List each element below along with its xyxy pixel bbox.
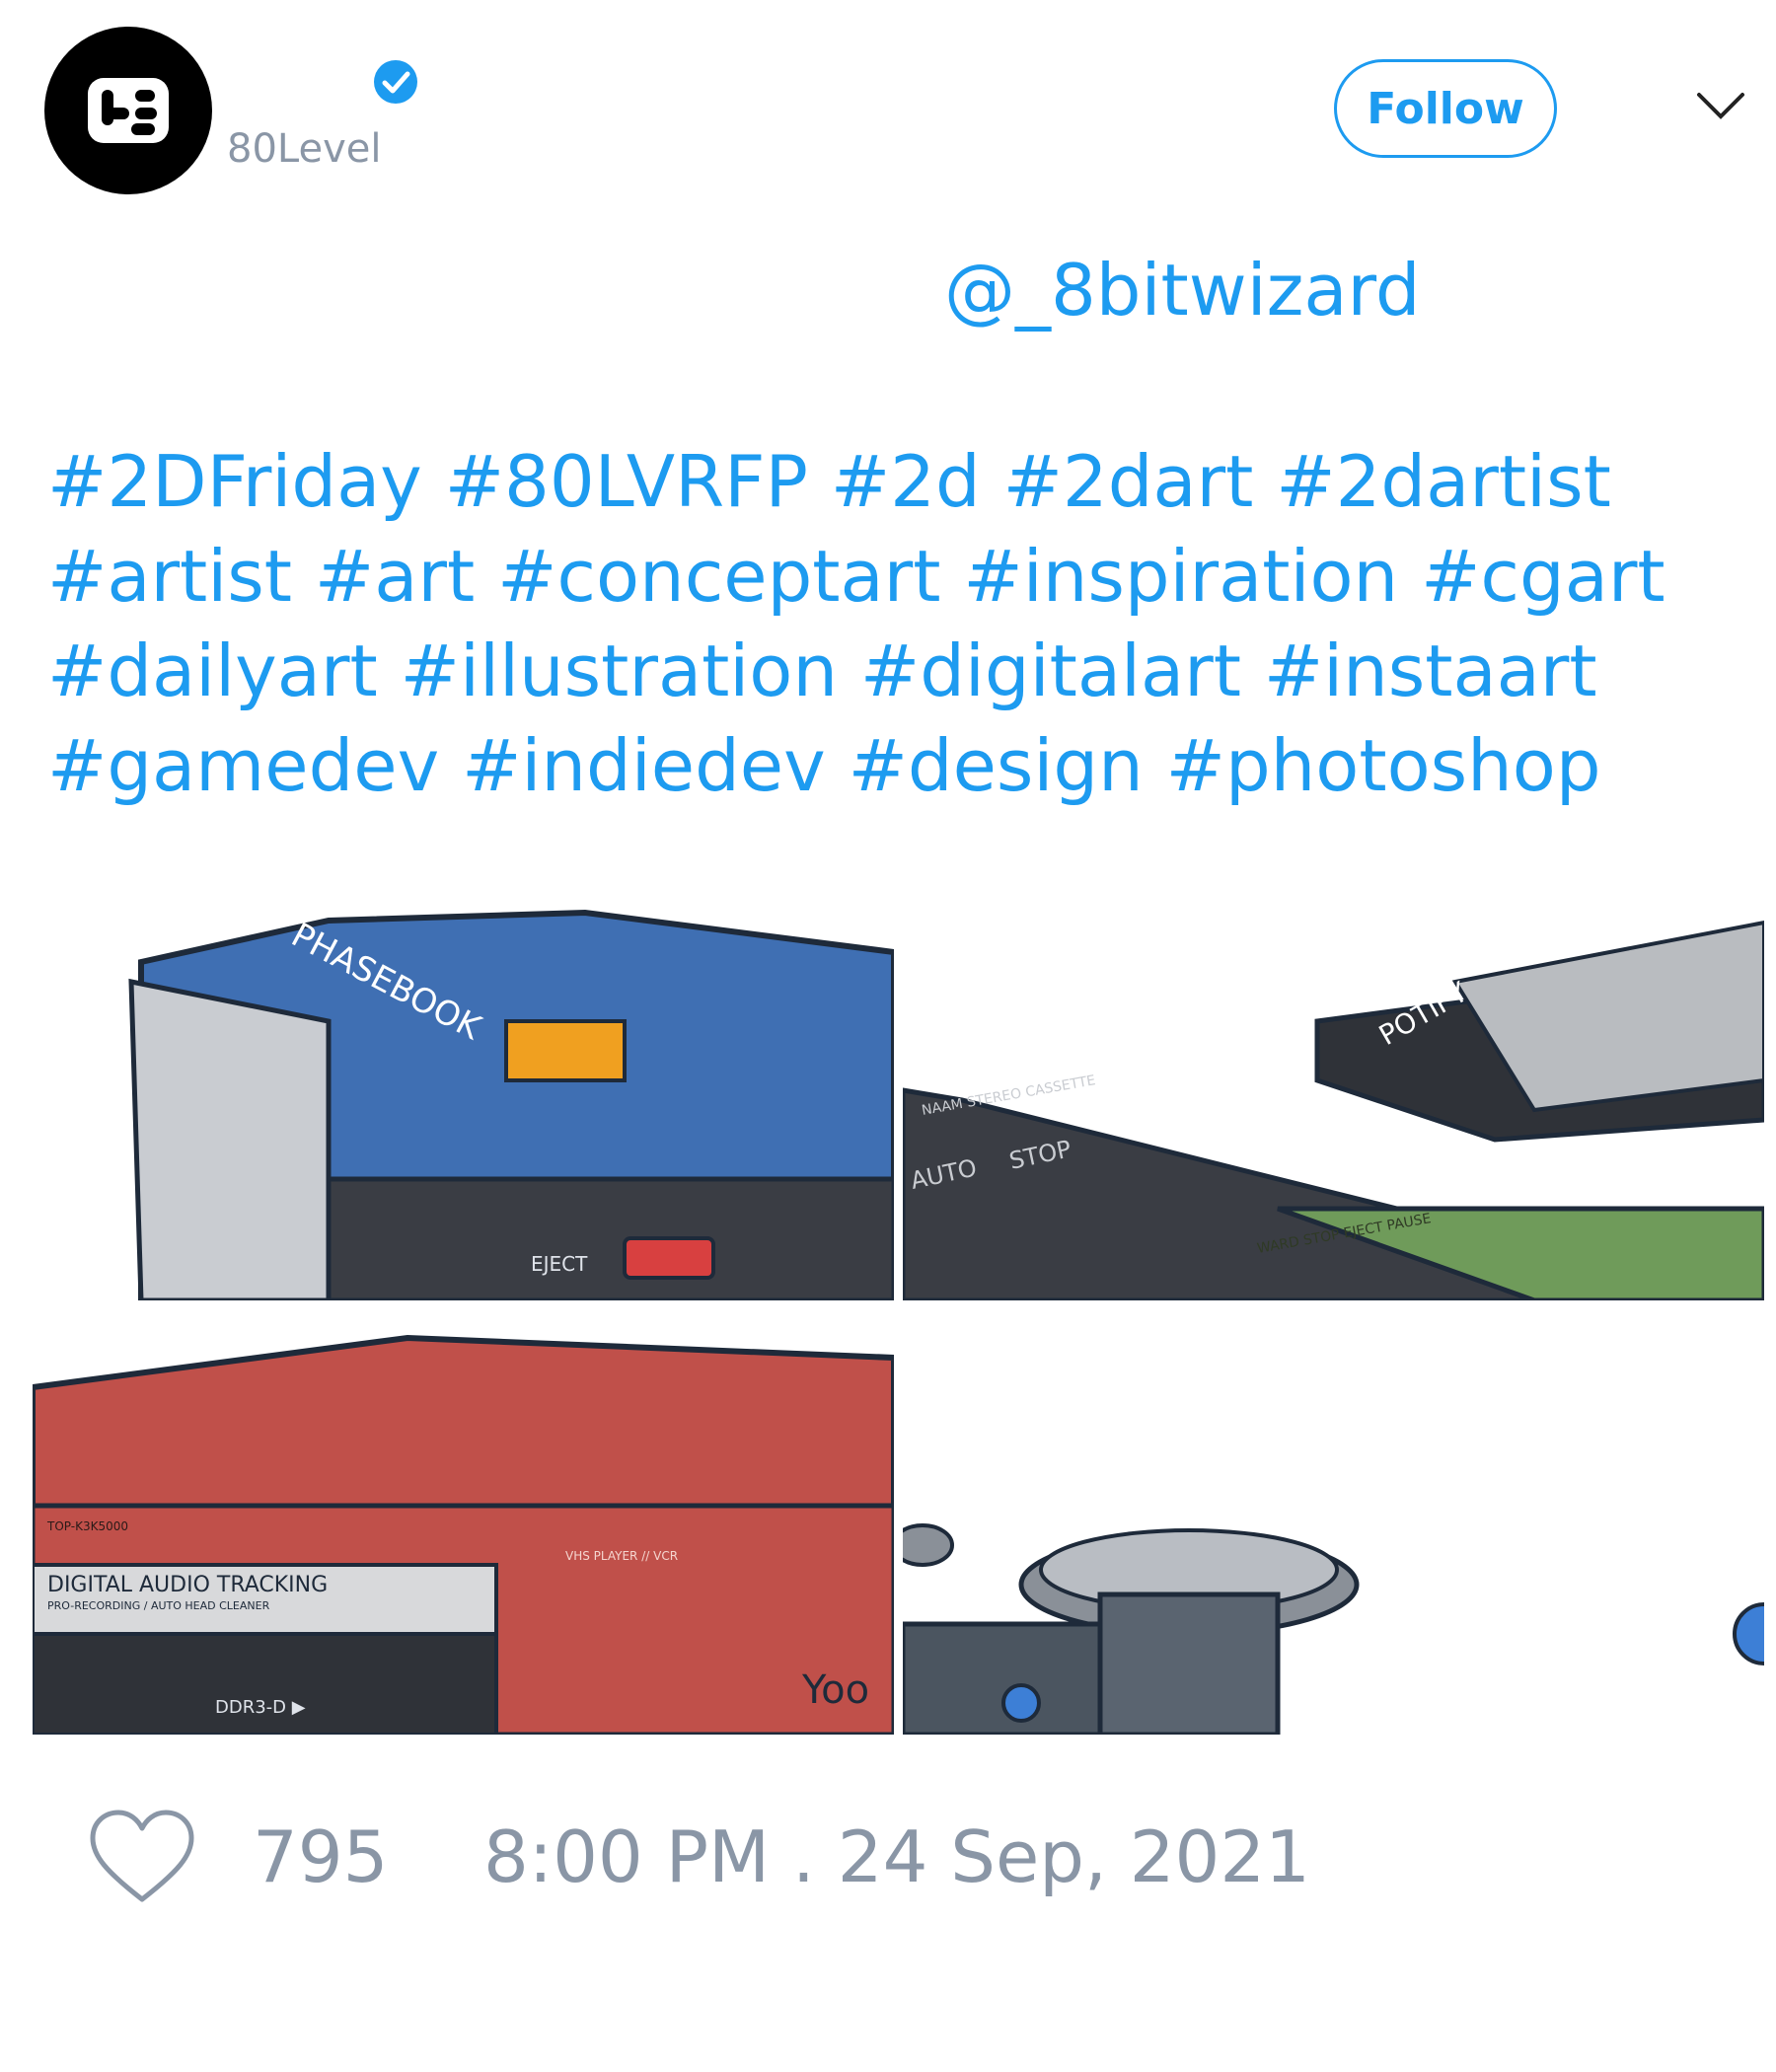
like-count: 795	[253, 1815, 389, 1898]
hashtag-link[interactable]: #80LVRFP	[445, 440, 808, 523]
hashtag-link[interactable]: #conceptart	[497, 535, 940, 618]
tweet-image-4[interactable]	[903, 1308, 1764, 1735]
mention-link[interactable]: @_8bitwizard	[944, 249, 1421, 332]
tweet-image-3[interactable]: TOP-K3K5000 DIGITAL AUDIO TRACKING PRO-R…	[33, 1308, 894, 1735]
deck-subtitle-label: PRO-RECORDING / AUTO HEAD CLEANER	[47, 1599, 270, 1612]
hashtag-link[interactable]: #indiedev	[462, 724, 826, 807]
hashtag-link[interactable]: #2dartist	[1276, 440, 1611, 523]
hashtag-link[interactable]: #gamedev	[47, 724, 439, 807]
hashtag-link[interactable]: #photoshop	[1166, 724, 1601, 807]
model-label: TOP-K3K5000	[46, 1519, 128, 1533]
eject-label: EJECT	[531, 1252, 588, 1276]
hashtag-link[interactable]: #2DFriday	[47, 440, 422, 523]
handle[interactable]: 80Level	[227, 126, 381, 172]
hashtag-link[interactable]: #2dart	[1003, 440, 1254, 523]
hashtag-line: #artist #art #conceptart #inspiration #c…	[47, 529, 1744, 624]
hashtag-link[interactable]: #art	[315, 535, 475, 618]
vcr-device-illustration: TOP-K3K5000 DIGITAL AUDIO TRACKING PRO-R…	[33, 1334, 894, 1735]
tweet-image-1[interactable]: PHASEBOOK EJECT	[33, 883, 894, 1300]
ddr-label: DDR3-D ▶	[215, 1697, 306, 1718]
brand-logo-text: Yoo	[801, 1667, 869, 1713]
hashtag-link[interactable]: #inspiration	[963, 535, 1398, 618]
hashtag-link[interactable]: #2d	[831, 440, 981, 523]
heart-icon[interactable]	[87, 1809, 197, 1907]
hashtag-line: #dailyart #illustration #digitalart #ins…	[47, 624, 1744, 718]
hashtag-link[interactable]: #illustration	[401, 629, 838, 712]
hashtag-link[interactable]: #dailyart	[47, 629, 378, 712]
potify-device-illustration: POTIFY AUTO STOP NAAM STEREO CASSETTE WA…	[903, 920, 1764, 1300]
follow-button[interactable]: Follow	[1334, 59, 1557, 158]
hashtag-link[interactable]: #design	[849, 724, 1144, 807]
hashtag-link[interactable]: #artist	[47, 535, 292, 618]
hashtag-link[interactable]: #digitalart	[860, 629, 1241, 712]
hashtag-link[interactable]: #cgart	[1421, 535, 1665, 618]
hashtag-link[interactable]: #instaart	[1264, 629, 1597, 712]
hashtag-line: #2DFriday #80LVRFP #2d #2dart #2dartist	[47, 434, 1744, 529]
verified-badge-icon	[374, 60, 417, 104]
timestamp[interactable]: 8:00 PM . 24 Sep, 2021	[483, 1815, 1310, 1898]
avatar[interactable]	[44, 27, 212, 194]
hashtag-list: #2DFriday #80LVRFP #2d #2dart #2dartist …	[47, 434, 1744, 813]
tweet-image-2[interactable]: POTIFY AUTO STOP NAAM STEREO CASSETTE WA…	[903, 883, 1764, 1300]
hashtag-line: #gamedev #indiedev #design #photoshop	[47, 718, 1744, 813]
control-knob-illustration	[903, 1523, 1764, 1735]
phasebook-device-illustration: PHASEBOOK EJECT	[128, 909, 894, 1300]
deck-title-label: DIGITAL AUDIO TRACKING	[47, 1573, 328, 1597]
chevron-down-icon[interactable]	[1695, 87, 1746, 126]
80level-logo-icon	[88, 78, 169, 143]
vhs-label: VHS PLAYER // VCR	[565, 1549, 678, 1563]
